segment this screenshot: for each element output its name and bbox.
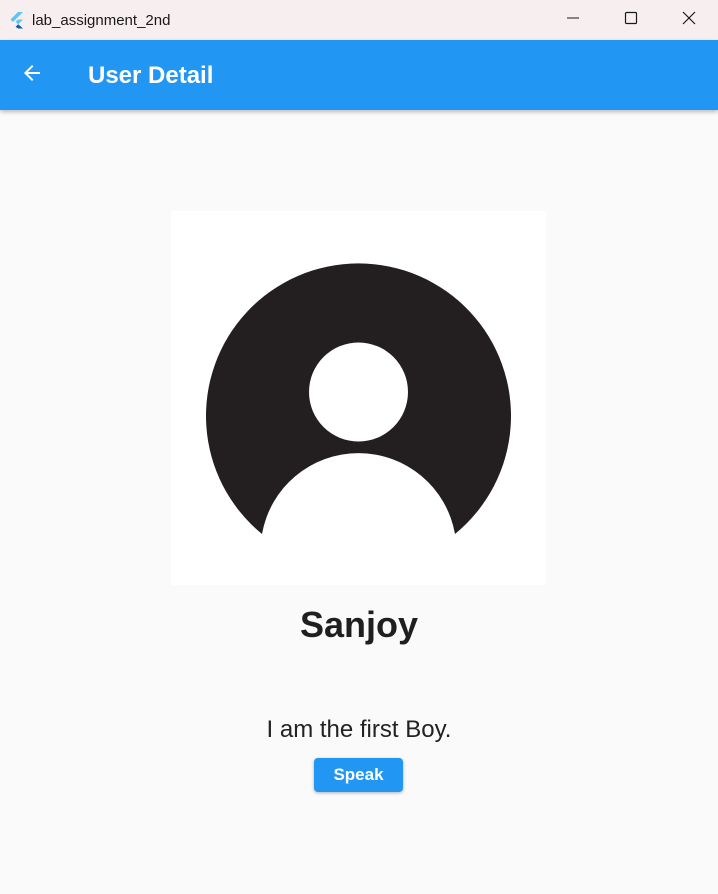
maximize-icon [624,11,638,30]
user-name: Sanjoy [299,604,419,645]
close-button[interactable] [660,0,718,40]
minimize-button[interactable] [544,0,602,40]
user-avatar [171,211,546,585]
back-button[interactable] [14,57,50,93]
flutter-icon [8,11,26,29]
window-title: lab_assignment_2nd [32,12,171,29]
minimize-icon [566,11,580,30]
app-bar: User Detail [0,40,718,110]
window-titlebar: lab_assignment_2nd [0,0,718,40]
close-icon [682,11,696,30]
user-description: I am the first Boy. [266,716,452,743]
arrow-back-icon [20,61,44,90]
user-avatar-icon [171,211,546,589]
maximize-button[interactable] [602,0,660,40]
speak-button[interactable]: Speak [314,758,403,792]
app-window: lab_assignment_2nd User Detail Sanjoy I … [0,0,718,894]
page-title: User Detail [88,62,214,89]
